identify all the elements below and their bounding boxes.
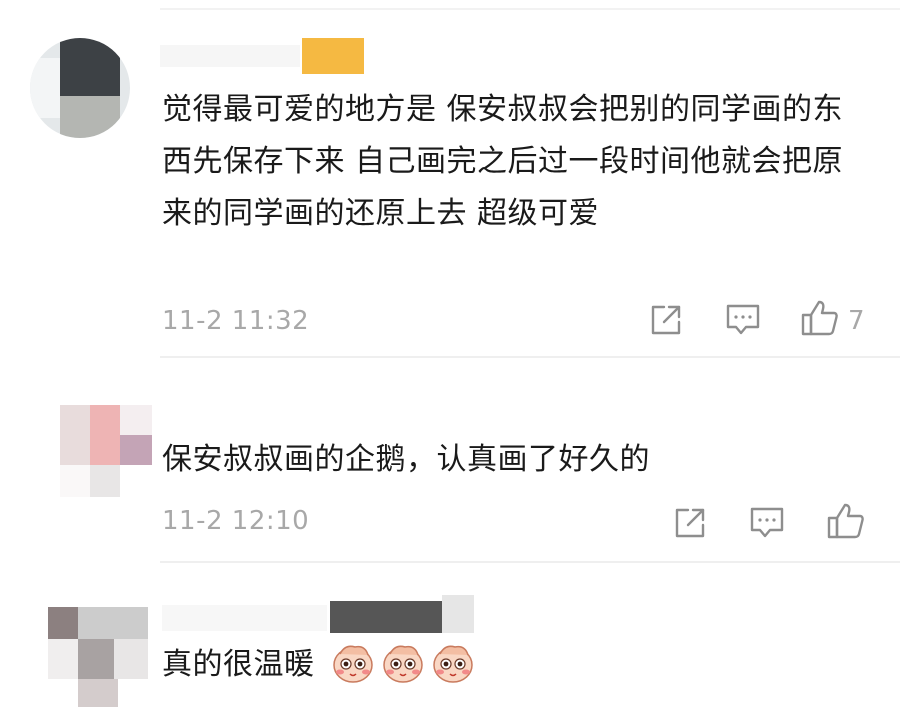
share-icon [651, 305, 681, 335]
username-blurred[interactable] [442, 595, 474, 633]
avatar[interactable] [48, 607, 148, 707]
shy-face-emoji [382, 645, 423, 683]
comment-button[interactable] [724, 302, 762, 338]
username-blurred[interactable] [162, 605, 327, 631]
comment-text: 真的很温暖 [162, 639, 862, 691]
comment-text-content: 真的很温暖 [162, 647, 315, 682]
comment-time: 11-2 12:10 [162, 506, 310, 536]
comment-text: 保安叔叔画的企鹅，认真画了好久的 [162, 442, 650, 477]
comment-divider [160, 356, 900, 358]
comment-item: 保安叔叔画的企鹅，认真画了好久的 11-2 12:10 [0, 360, 900, 565]
comment-time: 11-2 11:32 [162, 306, 310, 336]
shy-face-emoji [432, 645, 473, 683]
comment-icon [750, 507, 784, 538]
share-button[interactable] [648, 302, 684, 338]
share-icon [675, 508, 705, 538]
comment-item: 觉得最可爱的地方是 保安叔叔会把别的同学画的东西先保存下来 自己画完之后过一段时… [0, 0, 900, 360]
comment-text: 觉得最可爱的地方是 保安叔叔会把别的同学画的东西先保存下来 自己画完之后过一段时… [162, 92, 844, 231]
username-blurred[interactable] [160, 45, 300, 67]
shy-face-emoji [332, 645, 373, 683]
like-button[interactable] [826, 501, 866, 541]
comment-item: 真的很温暖 [0, 565, 900, 707]
vip-badge [302, 38, 364, 74]
avatar[interactable] [30, 38, 130, 138]
thumbs-up-icon [801, 300, 838, 336]
like-button[interactable] [800, 298, 840, 338]
thumbs-up-icon [827, 503, 864, 539]
comment-icon [726, 304, 760, 335]
comment-button[interactable] [748, 505, 786, 541]
avatar[interactable] [60, 405, 152, 497]
share-button[interactable] [672, 505, 708, 541]
like-count: 7 [848, 306, 865, 336]
comment-divider [160, 561, 900, 563]
username-blurred[interactable] [330, 601, 442, 633]
